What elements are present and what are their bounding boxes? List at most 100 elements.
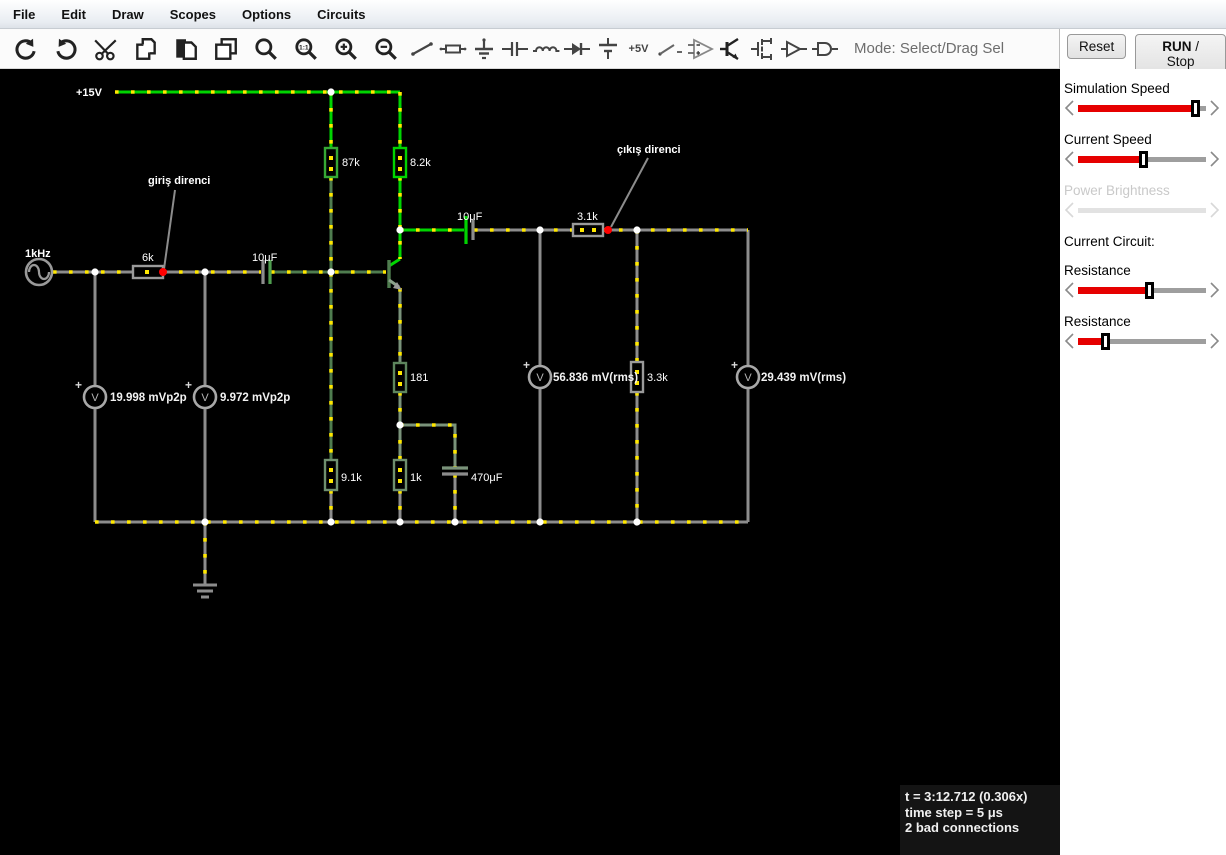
slider-track[interactable] [1078, 150, 1206, 168]
base-wires[interactable] [271, 177, 386, 460]
svg-text:V: V [91, 392, 99, 404]
slider-handle[interactable] [1138, 150, 1148, 168]
current-circuit-label: Current Circuit: [1064, 234, 1155, 249]
slider-handle[interactable] [1191, 99, 1201, 117]
wire-tool-icon[interactable] [406, 31, 437, 67]
annotation-output-resistance[interactable]: çıkış direnci [610, 144, 681, 228]
svg-text:V: V [744, 372, 752, 384]
resistor-6k-label: 6k [142, 252, 154, 264]
voltage-source-tool-icon[interactable] [592, 31, 623, 67]
capacitor-output-label: 10μF [457, 211, 483, 223]
run-panel: Reset RUN / Stop [1060, 29, 1226, 74]
undo-icon[interactable] [6, 31, 46, 67]
resistor-181-label: 181 [410, 372, 428, 384]
slider-handle[interactable] [1144, 281, 1154, 299]
voltmeter-base-reading: 9.972 mVp2p [220, 392, 290, 404]
paste-icon[interactable] [166, 31, 206, 67]
capacitor-output-10uF[interactable]: 10μF [457, 211, 483, 244]
voltmeter-plus: + [185, 378, 192, 392]
buffer-tool-icon[interactable] [778, 31, 809, 67]
voltmeter-base[interactable]: V + 9.972 mVp2p [185, 378, 290, 410]
opamp-tool-icon[interactable] [685, 31, 716, 67]
current-speed-slider: Current Speed [1064, 132, 1222, 168]
resistance-slider-2: Resistance [1064, 314, 1222, 350]
duplicate-icon[interactable] [206, 31, 246, 67]
resistor-3point1k[interactable]: 3.1k [571, 211, 605, 238]
capacitor-input-10uF[interactable]: 10μF [252, 252, 278, 284]
slider-label: Resistance [1064, 314, 1131, 329]
ac-source[interactable]: 1kHz [24, 248, 54, 287]
ground-symbol[interactable] [193, 583, 217, 599]
circuit-canvas[interactable]: 1kHz +15V 6k 87k 8.2k 3.1k 181 9.1k 1k 3… [0, 69, 1060, 855]
voltmeter-plus: + [731, 358, 738, 372]
plus5v-tool-icon[interactable]: +5V [623, 31, 654, 67]
svg-text:giriş direnci: giriş direnci [148, 175, 210, 187]
slider-track[interactable] [1078, 281, 1206, 299]
resistor-8point2k[interactable]: 8.2k [392, 146, 431, 179]
circuitjs-app: File Edit Draw Scopes Options Circuits 1… [0, 0, 1226, 855]
zoom-in-icon[interactable] [326, 31, 366, 67]
and-gate-tool-icon[interactable] [809, 31, 840, 67]
slider-track[interactable] [1078, 332, 1206, 350]
capacitor-tool-icon[interactable] [499, 31, 530, 67]
menu-file[interactable]: File [0, 7, 48, 22]
copy-icon[interactable] [126, 31, 166, 67]
slider-label: Simulation Speed [1064, 81, 1170, 96]
menu-options[interactable]: Options [229, 7, 304, 22]
chevron-right-icon[interactable] [1209, 150, 1220, 168]
run-stop-button[interactable]: RUN / Stop [1135, 34, 1226, 74]
source-label: 1kHz [25, 248, 51, 260]
resistor-6k[interactable]: 6k [131, 252, 165, 280]
mosfet-tool-icon[interactable] [747, 31, 778, 67]
capacitor-bypass-470uF[interactable]: 470μF [442, 466, 503, 484]
slider-track[interactable] [1078, 99, 1206, 117]
resistor-87k[interactable]: 87k [323, 146, 360, 179]
status-timestep: time step = 5 μs [905, 804, 1003, 820]
resistor-1k[interactable]: 1k [392, 458, 422, 492]
resistor-1k-label: 1k [410, 472, 422, 484]
slider-handle[interactable] [1101, 332, 1111, 350]
resistor-9point1k-label: 9.1k [341, 472, 362, 484]
slider-label: Resistance [1064, 263, 1131, 278]
inductor-tool-icon[interactable] [530, 31, 561, 67]
capacitor-bypass-label: 470μF [471, 472, 503, 484]
annotation-input-resistance[interactable]: giriş direnci [148, 175, 210, 270]
svg-text:çıkış direnci: çıkış direnci [617, 144, 681, 156]
reset-button[interactable]: Reset [1067, 34, 1127, 59]
bad-connection-dots [159, 226, 612, 276]
voltmeter-input[interactable]: V + 19.998 mVp2p [75, 378, 187, 410]
chevron-left-icon[interactable] [1064, 99, 1075, 117]
chevron-left-icon[interactable] [1064, 332, 1075, 350]
menu-edit[interactable]: Edit [48, 7, 99, 22]
resistor-3point3k-label: 3.3k [647, 372, 668, 384]
diode-tool-icon[interactable] [561, 31, 592, 67]
resistor-tool-icon[interactable] [437, 31, 468, 67]
chevron-left-icon[interactable] [1064, 281, 1075, 299]
menu-scopes[interactable]: Scopes [157, 7, 229, 22]
svg-text:V: V [201, 392, 209, 404]
redo-icon[interactable] [46, 31, 86, 67]
resistor-87k-label: 87k [342, 157, 360, 169]
resistor-9point1k[interactable]: 9.1k [323, 458, 362, 492]
zoom-100-icon[interactable]: 1:1 [286, 31, 326, 67]
chevron-right-icon[interactable] [1209, 281, 1220, 299]
chevron-left-icon [1064, 201, 1075, 219]
transistor-tool-icon[interactable] [716, 31, 747, 67]
switch-tool-icon[interactable] [654, 31, 685, 67]
cut-icon[interactable] [86, 31, 126, 67]
ground-tool-icon[interactable] [468, 31, 499, 67]
capacitor-input-label: 10μF [252, 252, 278, 264]
menu-bar: File Edit Draw Scopes Options Circuits [0, 0, 1226, 29]
resistor-181[interactable]: 181 [392, 361, 428, 394]
chevron-right-icon[interactable] [1209, 332, 1220, 350]
chevron-right-icon[interactable] [1209, 99, 1220, 117]
menu-draw[interactable]: Draw [99, 7, 157, 22]
chevron-left-icon[interactable] [1064, 150, 1075, 168]
voltmeter-output-reading: 56.836 mV(rms) [553, 372, 638, 384]
mode-indicator: Mode: Select/Drag Sel [854, 40, 1005, 57]
voltmeter-load-reading: 29.439 mV(rms) [761, 372, 846, 384]
chevron-right-icon [1209, 201, 1220, 219]
zoom-out-icon[interactable] [366, 31, 406, 67]
search-icon[interactable] [246, 31, 286, 67]
menu-circuits[interactable]: Circuits [304, 7, 378, 22]
